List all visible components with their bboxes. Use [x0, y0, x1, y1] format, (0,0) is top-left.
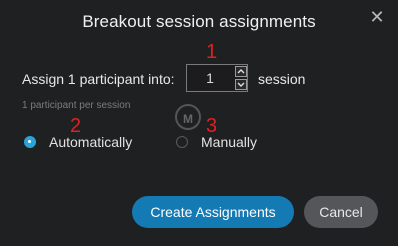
increment-button[interactable] [235, 66, 247, 77]
decrement-button[interactable] [235, 79, 247, 90]
chevron-up-icon [237, 69, 245, 74]
annotation-1: 1 [206, 41, 218, 63]
create-assignments-button[interactable]: Create Assignments [132, 196, 294, 228]
participants-per-session-hint: 1 participant per session [22, 100, 131, 111]
assign-prefix-label: Assign 1 participant into: [22, 71, 175, 87]
radio-unchecked-icon[interactable] [176, 136, 188, 148]
session-count-value[interactable]: 1 [187, 70, 233, 86]
session-count-stepper[interactable]: 1 [186, 64, 248, 92]
annotation-2: 2 [70, 115, 82, 137]
watermark-logo: M [175, 104, 201, 130]
assign-row: Assign 1 participant into: 1 session [22, 64, 382, 94]
breakout-assignments-dialog: Breakout session assignments ✕ Assign 1 … [0, 0, 398, 246]
chevron-down-icon [237, 82, 245, 87]
close-icon[interactable]: ✕ [368, 8, 386, 26]
assign-suffix-label: session [258, 71, 306, 87]
radio-automatically-label: Automatically [49, 134, 133, 150]
dialog-title: Breakout session assignments [82, 12, 316, 31]
annotation-3: 3 [206, 115, 218, 137]
cancel-button[interactable]: Cancel [304, 196, 378, 228]
radio-checked-icon[interactable] [24, 136, 36, 148]
